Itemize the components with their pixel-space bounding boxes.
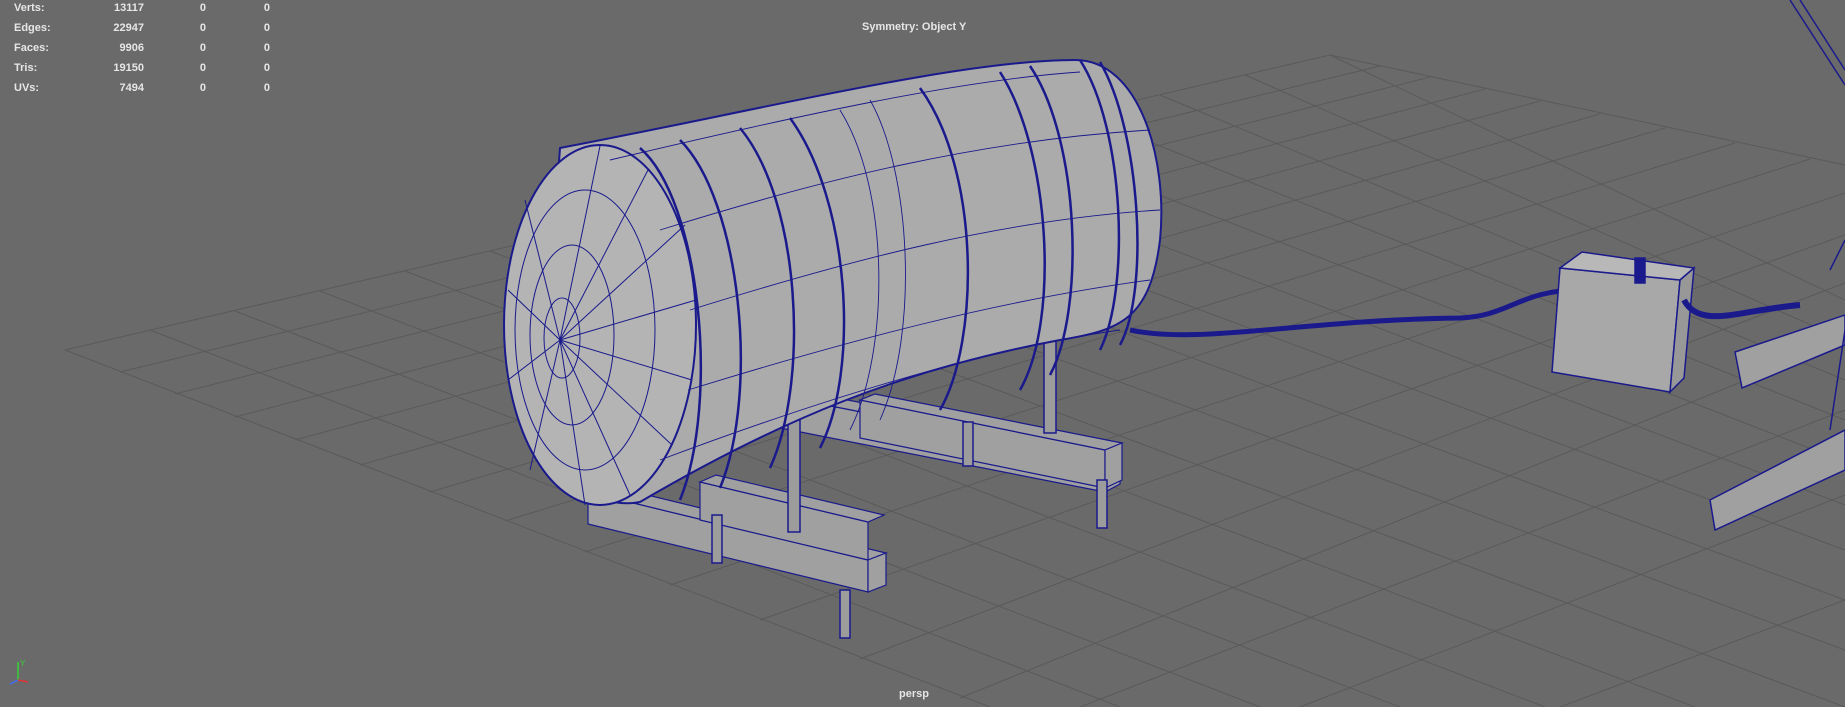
hud-c1: 0 — [199, 82, 206, 94]
symmetry-indicator: Symmetry: Object Y — [862, 21, 967, 33]
hud-value: 7494 — [119, 82, 144, 94]
hud-label: Faces: — [14, 42, 49, 54]
axis-y-label: Y — [20, 659, 26, 668]
hud-label: Tris: — [14, 62, 38, 74]
scene-render[interactable] — [0, 0, 1845, 707]
hud-c1: 0 — [199, 42, 206, 54]
camera-name-label: persp — [899, 688, 929, 700]
hud-c2: 0 — [263, 82, 270, 94]
hud-value: 13117 — [114, 2, 144, 14]
hud-value: 9906 — [119, 42, 144, 54]
hud-row: UVs: 7494 0 0 — [0, 80, 270, 100]
hud-c1: 0 — [199, 62, 206, 74]
control-box[interactable] — [1551, 251, 1696, 394]
axis-gizmo-icon: Y — [9, 659, 29, 685]
hose — [1129, 287, 1581, 338]
hud-c2: 0 — [263, 62, 270, 74]
hud-label: Edges: — [14, 22, 51, 34]
hud-label: UVs: — [14, 82, 40, 94]
hud-label: Verts: — [14, 2, 45, 14]
hud-row: Faces: 9906 0 0 — [0, 40, 270, 60]
hud-value: 22947 — [113, 22, 144, 34]
hud-value: 19150 — [113, 62, 144, 74]
hud-row: Edges: 22947 0 0 — [0, 20, 270, 40]
hud-c2: 0 — [263, 2, 270, 14]
hud-row: Verts: 13117 0 0 — [0, 0, 270, 20]
hud-c2: 0 — [263, 42, 270, 54]
hud-c1: 0 — [199, 22, 206, 34]
viewport-persp[interactable]: Verts: 13117 0 0 Edges: 22947 0 0 Faces: 9906 0 0 Tr… — [0, 0, 1845, 707]
hud-row: Tris: 19150 0 0 — [0, 60, 270, 80]
hud-c2: 0 — [263, 22, 270, 34]
hud-c1: 0 — [199, 2, 206, 14]
poly-count-hud: Verts: 13117 0 0 Edges: 22947 0 0 Faces: 9906 0 0 Tr… — [0, 0, 270, 100]
hose-right — [1681, 298, 1801, 320]
right-structure[interactable] — [1709, 0, 1845, 532]
